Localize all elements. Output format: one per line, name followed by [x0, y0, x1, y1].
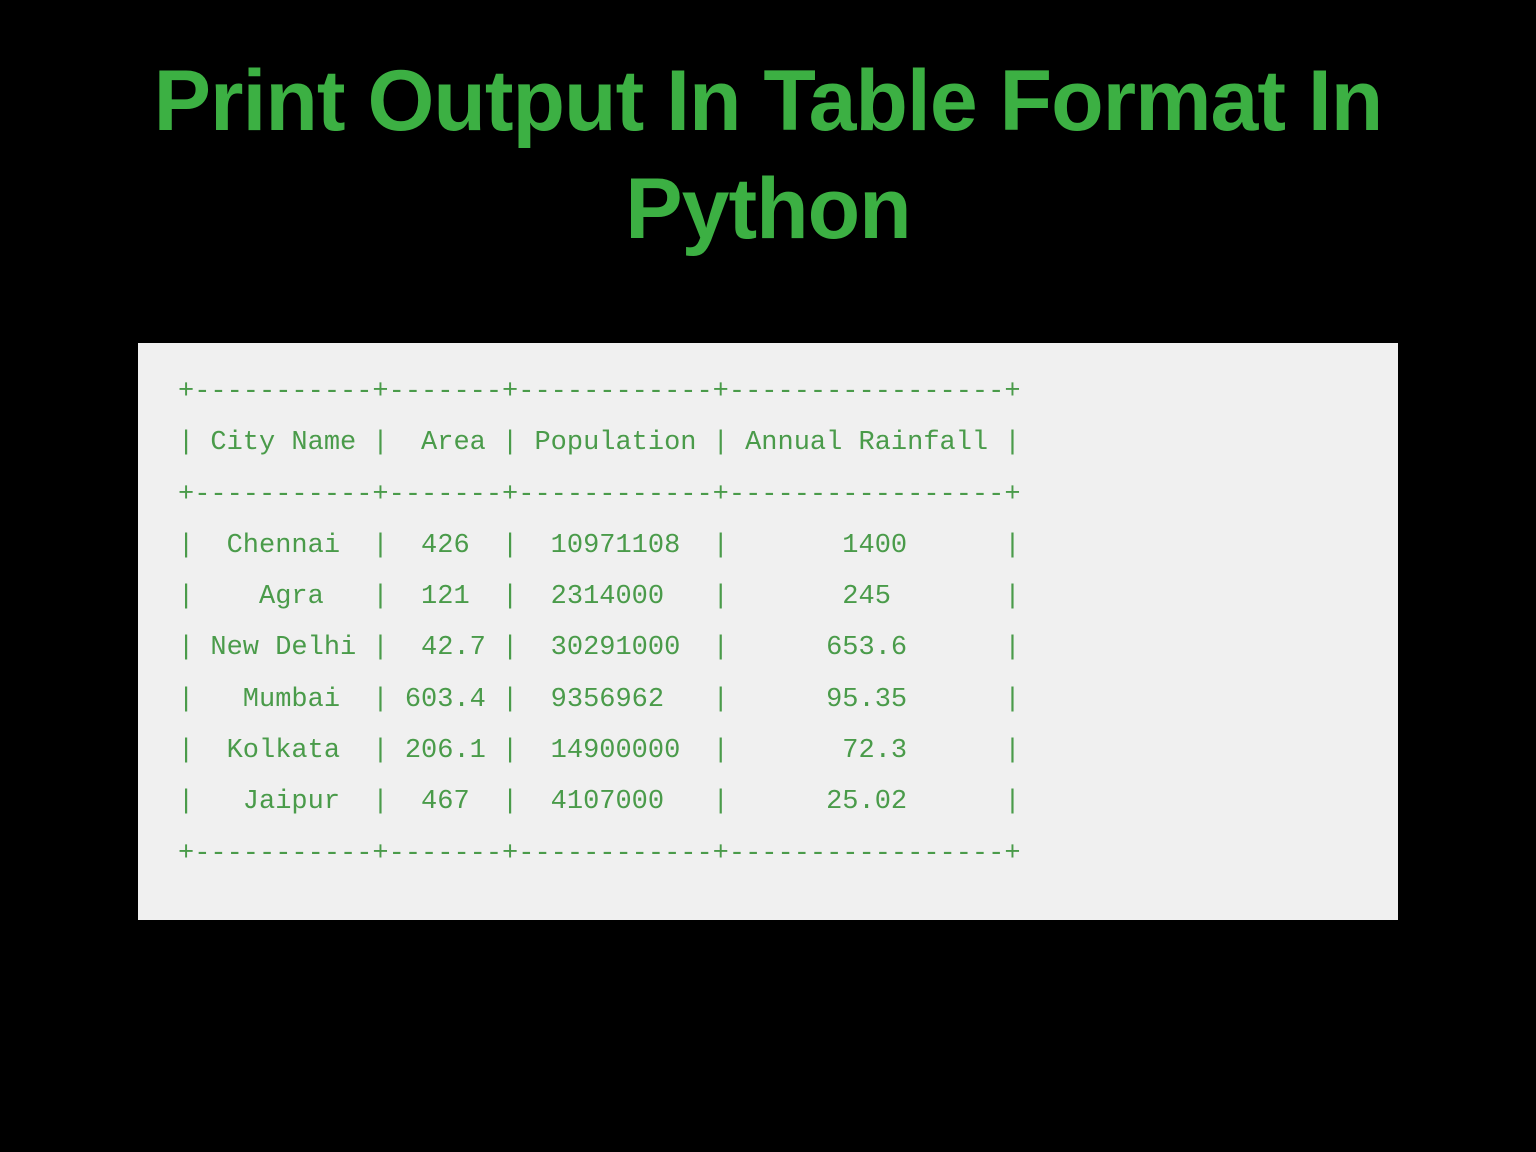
table-row: | Agra | 121 | 2314000 | 245 | [178, 582, 1021, 612]
table-border-top: +-----------+-------+------------+------… [178, 377, 1021, 407]
table-border-mid: +-----------+-------+------------+------… [178, 480, 1021, 510]
table-row: | Chennai | 426 | 10971108 | 1400 | [178, 531, 1021, 561]
ascii-table-container: +-----------+-------+------------+------… [138, 343, 1398, 920]
table-row: | Jaipur | 467 | 4107000 | 25.02 | [178, 787, 1021, 817]
table-row: | Mumbai | 603.4 | 9356962 | 95.35 | [178, 685, 1021, 715]
table-header-row: | City Name | Area | Population | Annual… [178, 428, 1021, 458]
page-title: Print Output In Table Format In Python [0, 48, 1536, 263]
ascii-table: +-----------+-------+------------+------… [178, 367, 1358, 880]
table-border-bot: +-----------+-------+------------+------… [178, 839, 1021, 869]
table-row: | New Delhi | 42.7 | 30291000 | 653.6 | [178, 633, 1021, 663]
table-row: | Kolkata | 206.1 | 14900000 | 72.3 | [178, 736, 1021, 766]
